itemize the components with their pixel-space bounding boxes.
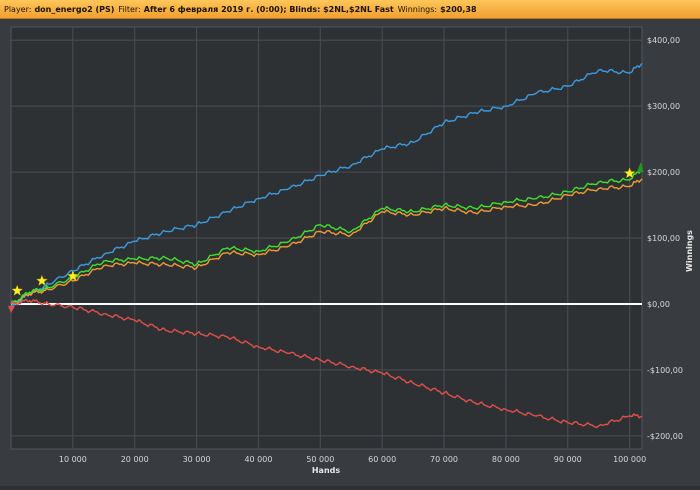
y-tick-label: $300,00: [647, 102, 680, 111]
x-tick-label: 80 000: [492, 455, 520, 464]
winnings-value: $200,38: [440, 4, 477, 14]
y-tick-label: $400,00: [647, 36, 680, 45]
y-tick-label: $0,00: [647, 300, 670, 309]
x-tick-label: 30 000: [183, 455, 211, 464]
x-axis-label: Hands: [312, 466, 341, 475]
y-tick-label: $100,00: [647, 234, 680, 243]
y-tick-label: $200,00: [647, 168, 680, 177]
x-tick-label: 10 000: [59, 455, 87, 464]
x-tick-label: 90 000: [554, 455, 582, 464]
title-bar: Player: don_energo2 (PS) Filter: After 6…: [0, 0, 700, 19]
x-tick-label: 50 000: [306, 455, 334, 464]
y-axis-label: Winnings: [685, 230, 694, 272]
player-label: Player:: [4, 4, 32, 14]
x-tick-label: 20 000: [121, 455, 149, 464]
x-tick-label: 40 000: [244, 455, 272, 464]
x-tick-label: 60 000: [368, 455, 396, 464]
x-tick-label: 100 000: [613, 455, 646, 464]
winnings-label: Winnings:: [397, 4, 438, 14]
player-value: don_energo2 (PS): [34, 4, 115, 14]
filter-label: Filter:: [118, 4, 141, 14]
winnings-chart: 10 000 20 000 30 000 40 000 50 000 60 000 70 0…: [0, 19, 700, 486]
y-tick-label: -$200,00: [647, 432, 683, 441]
x-tick-label: 70 000: [430, 455, 458, 464]
y-tick-label: -$100,00: [647, 366, 683, 375]
filter-value: After 6 февраля 2019 г. (0:00); Blinds: …: [143, 4, 394, 14]
chart-svg: 10 000 20 000 30 000 40 000 50 000 60 000 70 0…: [8, 26, 694, 475]
